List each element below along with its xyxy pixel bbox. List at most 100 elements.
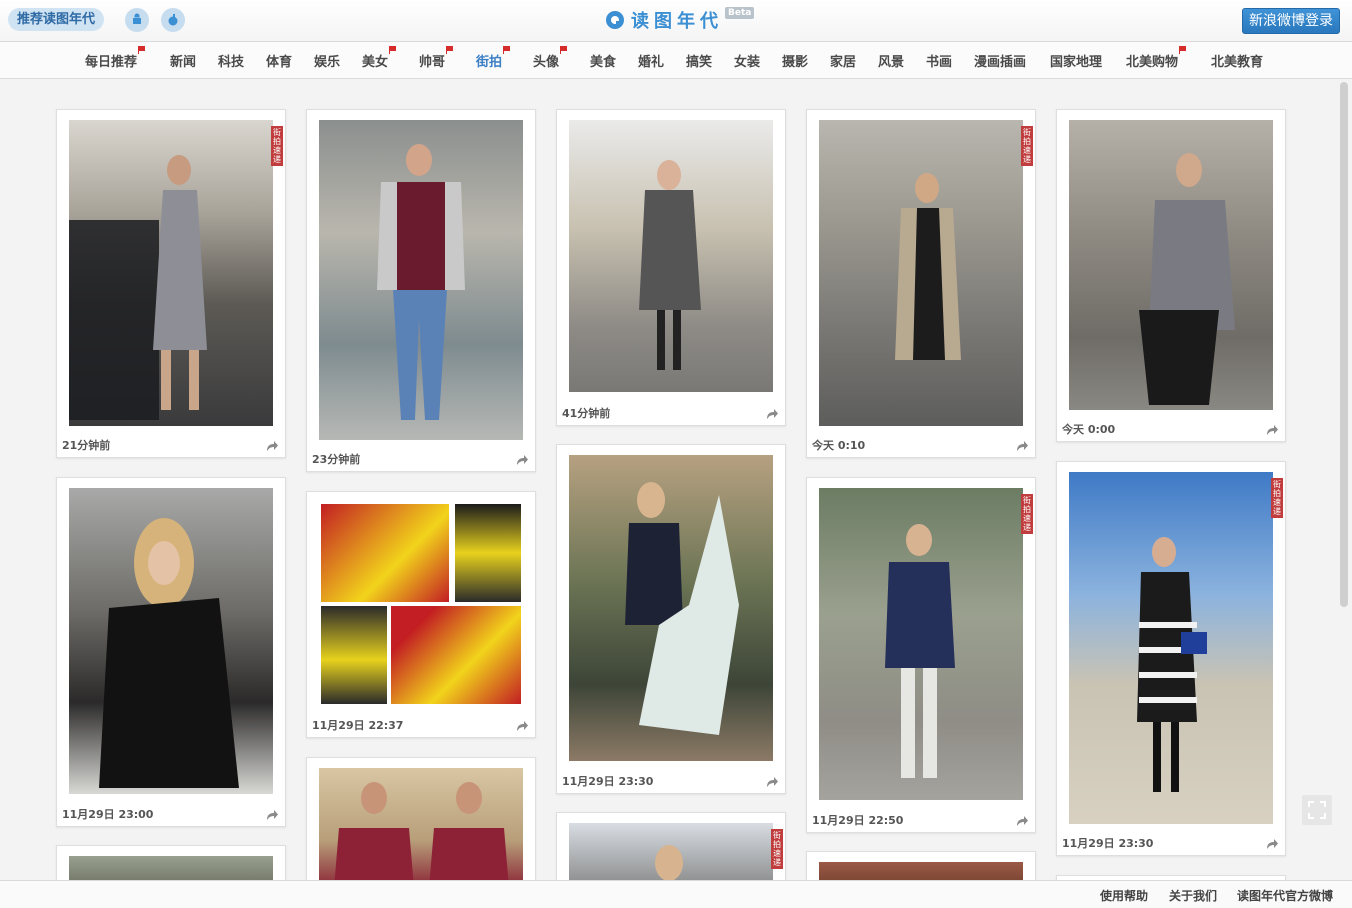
- top-bar: 推荐读图年代 读图年代 Beta 新浪微博登录: [0, 0, 1352, 42]
- footer-weibo-link[interactable]: 读图年代官方微博: [1237, 887, 1333, 904]
- card-time: 今天 0:00: [1062, 423, 1116, 436]
- photo-image[interactable]: [569, 455, 773, 761]
- card-time: 11月29日 22:37: [312, 719, 404, 732]
- flag-icon: [1179, 46, 1187, 54]
- scrollbar[interactable]: [1340, 82, 1348, 607]
- figure-icon: [334, 782, 509, 888]
- fullscreen-icon: [1308, 801, 1326, 819]
- nav-item-home[interactable]: 家居: [830, 51, 856, 70]
- nav-item-womenswear[interactable]: 女装: [734, 51, 760, 70]
- nav-item-na-education[interactable]: 北美教育: [1211, 51, 1263, 70]
- photo-card[interactable]: 街拍速递 11月29日 22:50: [806, 477, 1036, 833]
- photo-image[interactable]: [321, 504, 521, 704]
- figure-icon: [625, 482, 739, 735]
- nav-item-natgeo[interactable]: 国家地理: [1050, 51, 1102, 70]
- photo-image[interactable]: [819, 488, 1023, 800]
- share-arrow-icon[interactable]: [266, 440, 278, 452]
- photo-card[interactable]: 41分钟前: [556, 109, 786, 426]
- nav-item-wedding[interactable]: 婚礼: [638, 51, 664, 70]
- apple-icon[interactable]: [161, 8, 185, 32]
- photo-card[interactable]: 11月29日 22:37: [306, 491, 536, 738]
- card-time: 11月29日 23:30: [562, 775, 654, 788]
- share-arrow-icon[interactable]: [1266, 838, 1278, 850]
- card-time: 23分钟前: [312, 453, 361, 466]
- nav-item-sports[interactable]: 体育: [266, 51, 292, 70]
- nav-item-avatar[interactable]: 头像: [533, 46, 568, 70]
- figure-icon: [1137, 537, 1207, 792]
- nav-item-comics[interactable]: 漫画插画: [974, 51, 1026, 70]
- nav-item-na-shopping[interactable]: 北美购物: [1126, 46, 1187, 70]
- fullscreen-button[interactable]: [1302, 795, 1332, 825]
- nav-item-daily[interactable]: 每日推荐: [85, 46, 146, 70]
- footer-help-link[interactable]: 使用帮助: [1100, 887, 1148, 904]
- figure-icon: [895, 173, 961, 360]
- nav-item-news[interactable]: 新闻: [170, 51, 196, 70]
- card-time: 11月29日 23:30: [1062, 837, 1154, 850]
- photo-image[interactable]: [319, 768, 523, 888]
- nav-item-tech[interactable]: 科技: [218, 51, 244, 70]
- flag-icon: [446, 46, 454, 54]
- street-tag: 街拍速递: [1021, 126, 1033, 166]
- card-time: 11月29日 23:00: [62, 808, 154, 821]
- figure-icon: [377, 144, 465, 420]
- share-arrow-icon[interactable]: [766, 776, 778, 788]
- street-tag: 街拍速递: [271, 126, 283, 166]
- weibo-login-button[interactable]: 新浪微博登录: [1242, 8, 1340, 34]
- photo-image[interactable]: [569, 823, 773, 883]
- nav-item-ent[interactable]: 娱乐: [314, 51, 340, 70]
- share-arrow-icon[interactable]: [516, 720, 528, 732]
- android-icon[interactable]: [125, 8, 149, 32]
- nav-item-photo[interactable]: 摄影: [782, 51, 808, 70]
- card-time: 21分钟前: [62, 439, 111, 452]
- figure-icon: [885, 524, 955, 778]
- photo-card[interactable]: 11月29日 23:00: [56, 477, 286, 827]
- street-tag: 街拍速递: [1271, 478, 1283, 518]
- card-time: 11月29日 22:50: [812, 814, 904, 827]
- nav-item-street[interactable]: 街拍: [476, 46, 511, 70]
- photo-image[interactable]: [1069, 120, 1273, 410]
- nav-item-beauty[interactable]: 美女: [362, 46, 397, 70]
- share-arrow-icon[interactable]: [266, 809, 278, 821]
- nav-item-funny[interactable]: 搞笑: [686, 51, 712, 70]
- photo-image[interactable]: [569, 120, 773, 392]
- photo-card[interactable]: 街拍速递 今天 0:10: [806, 109, 1036, 458]
- share-arrow-icon[interactable]: [1016, 440, 1028, 452]
- photo-card[interactable]: 街拍速递 21分钟前: [56, 109, 286, 458]
- flag-icon: [503, 46, 511, 54]
- flag-icon: [138, 46, 146, 54]
- nav-item-painting[interactable]: 书画: [926, 51, 952, 70]
- photo-image[interactable]: [69, 488, 273, 794]
- flag-icon: [389, 46, 397, 54]
- photo-card[interactable]: 11月29日 23:30: [556, 444, 786, 794]
- photo-image[interactable]: [819, 120, 1023, 426]
- beta-badge: Beta: [725, 7, 755, 19]
- nav-item-food[interactable]: 美食: [590, 51, 616, 70]
- card-time: 41分钟前: [562, 407, 611, 420]
- footer: 使用帮助 关于我们 读图年代官方微博: [0, 880, 1352, 908]
- figure-icon: [655, 845, 683, 881]
- figure-icon: [1139, 153, 1235, 405]
- share-arrow-icon[interactable]: [1016, 815, 1028, 827]
- figure-icon: [99, 518, 239, 788]
- share-arrow-icon[interactable]: [766, 408, 778, 420]
- recommend-button[interactable]: 推荐读图年代: [8, 8, 105, 31]
- nav-item-handsome[interactable]: 帅哥: [419, 46, 454, 70]
- share-arrow-icon[interactable]: [516, 454, 528, 466]
- figure-icon: [639, 160, 701, 370]
- photo-card[interactable]: 23分钟前: [306, 109, 536, 472]
- footer-about-link[interactable]: 关于我们: [1169, 887, 1217, 904]
- card-time: 今天 0:10: [812, 439, 866, 452]
- logo-text: 读图年代: [631, 11, 723, 32]
- photo-card[interactable]: 今天 0:00: [1056, 109, 1286, 442]
- photo-image[interactable]: [1069, 472, 1273, 824]
- street-tag: 街拍速递: [1021, 494, 1033, 534]
- logo-icon: [606, 11, 624, 29]
- figure-icon: [69, 155, 207, 420]
- photo-image[interactable]: [69, 120, 273, 426]
- site-logo[interactable]: 读图年代 Beta: [605, 7, 755, 33]
- share-arrow-icon[interactable]: [1266, 424, 1278, 436]
- photo-image[interactable]: [319, 120, 523, 440]
- nav-item-scenery[interactable]: 风景: [878, 51, 904, 70]
- category-nav: 每日推荐 新闻 科技 体育 娱乐 美女 帅哥 街拍 头像 美食 婚礼 搞笑 女装…: [0, 42, 1352, 79]
- photo-card[interactable]: 街拍速递 11月29日 23:30: [1056, 461, 1286, 856]
